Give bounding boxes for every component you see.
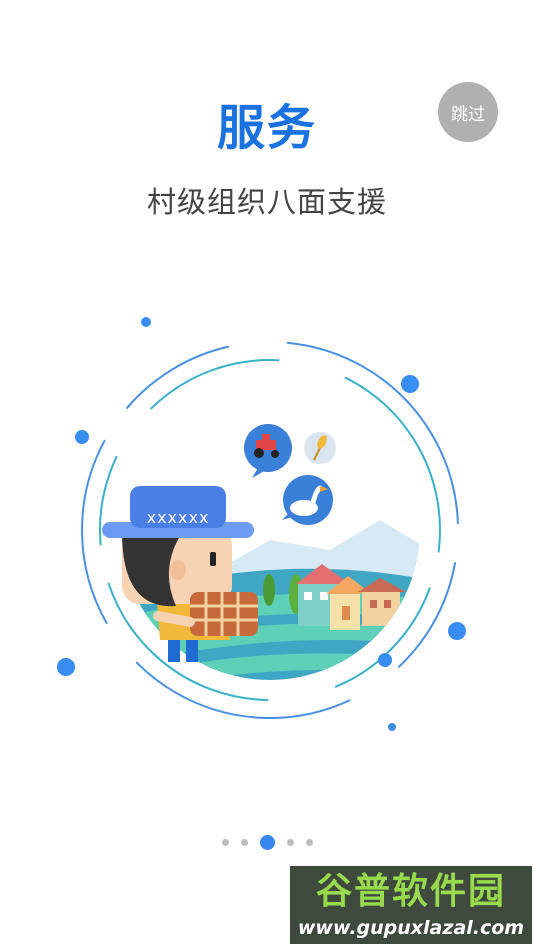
page-subtitle: 村级组织八面支援	[146, 185, 387, 219]
skip-button[interactable]: 跳过	[438, 82, 498, 142]
pager-dot[interactable]	[221, 838, 229, 846]
hat-pattern: xxxxxx	[147, 508, 210, 527]
page-indicator	[0, 832, 534, 852]
watermark-name: 谷普软件园	[315, 871, 506, 912]
watermark-url: www.gupuxlazal.com	[297, 917, 525, 939]
pager-dot[interactable]	[240, 838, 248, 846]
wheat-bubble	[304, 432, 336, 464]
farmer-illustration: xxxxxx	[57, 317, 466, 731]
pager-dot-active[interactable]	[259, 834, 275, 850]
pager-dot[interactable]	[286, 838, 294, 846]
basket	[190, 592, 258, 636]
pager-dot[interactable]	[305, 838, 313, 846]
watermark: 谷普软件园 www.gupuxlazal.com	[290, 866, 532, 944]
